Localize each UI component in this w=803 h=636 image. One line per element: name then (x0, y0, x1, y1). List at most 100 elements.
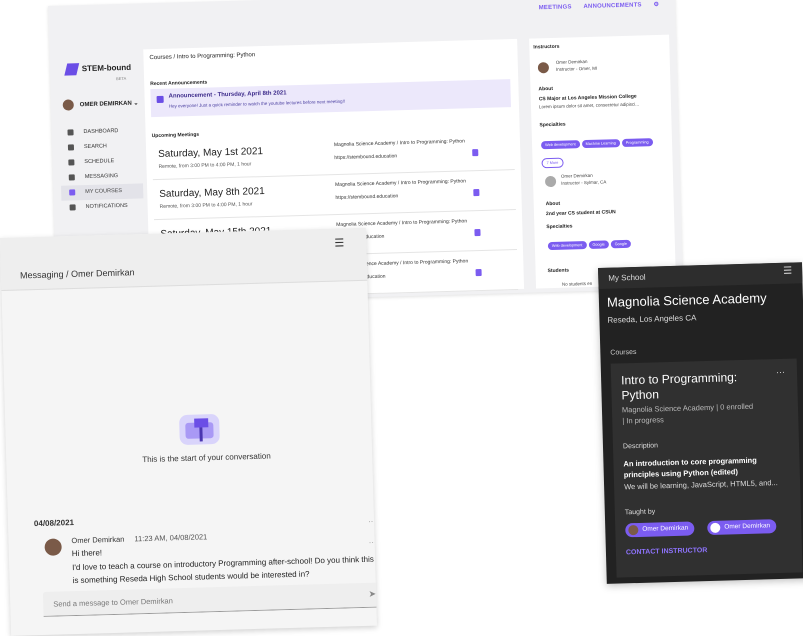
specialty-chip[interactable]: Google (588, 240, 609, 250)
meeting-url[interactable]: https://stembound.education (334, 153, 397, 161)
copy-icon[interactable] (475, 268, 482, 277)
search-icon (67, 144, 75, 151)
courses-heading: Courses (610, 348, 637, 357)
messaging-window: Messaging / Omer Demirkan ☰ This is the … (0, 227, 377, 636)
menu-icon[interactable]: ☰ (334, 236, 344, 249)
sidebar-item-label: SEARCH (83, 143, 107, 151)
specialty-chip[interactable]: Machine Learning (581, 139, 620, 149)
specialty-chip[interactable]: Web development (540, 140, 580, 150)
message-line: Hi there! (71, 548, 103, 559)
specialty-chips: Web development Google Google (547, 231, 673, 253)
sidebar-item-label: NOTIFICATIONS (85, 202, 128, 211)
mail-icon (68, 174, 75, 181)
teacher-chip[interactable]: Omer Demirkan (707, 519, 777, 536)
home-icon (67, 129, 74, 136)
mailbox-illustration-icon (179, 414, 220, 445)
teacher-chip[interactable]: Omer Demirkan (625, 521, 695, 538)
message-input-placeholder: Send a message to Omer Demirkan (53, 596, 173, 609)
stem-bound-logo-icon (64, 63, 80, 76)
more-options-icon[interactable]: ··· (776, 367, 785, 377)
upcoming-meetings-heading: Upcoming Meetings (151, 131, 200, 140)
about-heading: About (538, 85, 554, 93)
school-location: Reseda, Los Angeles CA (607, 313, 697, 325)
sidebar-item-label: DASHBOARD (83, 128, 119, 136)
sender-name: Omer Demirkan (71, 534, 125, 546)
book-icon (69, 189, 76, 196)
meeting-course: Magnolia Science Academy / Intro to Prog… (336, 218, 468, 229)
meeting-course: Magnolia Science Academy / Intro to Prog… (333, 138, 465, 149)
sidebar-item-label: MY COURSES (85, 188, 123, 196)
sidebar-item-notifications[interactable]: NOTIFICATIONS (61, 198, 143, 215)
header-title: My School (608, 272, 646, 283)
instructors-heading: Instructors (533, 43, 560, 51)
calendar-icon (68, 159, 75, 166)
message-input[interactable]: Send a message to Omer Demirkan ➤ (42, 582, 377, 617)
copy-icon[interactable] (472, 149, 479, 157)
instructor-name[interactable]: Omer Demirkan (561, 173, 593, 179)
meeting-time: Remote, from 3:00 PM to 4:00 PM, 1 hour (158, 161, 252, 170)
meeting-url[interactable]: https://stembound.education (335, 193, 398, 201)
instructors-panel: Instructors Omer Demirkan Instructor - O… (529, 34, 677, 289)
avatar (44, 538, 62, 556)
course-card[interactable]: Intro to Programming: Python ··· Magnoli… (610, 358, 803, 578)
message-line: I'd love to teach a course on introducto… (72, 554, 374, 573)
copy-icon[interactable] (473, 189, 480, 197)
conversation-start-text: This is the start of your conversation (142, 451, 271, 465)
meeting-course: Magnolia Science Academy / Intro to Prog… (335, 178, 467, 189)
bell-icon (69, 204, 76, 211)
announcement-title: Announcement - Thursday, April 8th 2021 (168, 90, 287, 100)
more-chip[interactable]: 7 More (541, 157, 564, 169)
specialties-heading: Specialties (546, 223, 573, 231)
description-text: We will be learning, JavaScript, HTML5, … (623, 478, 778, 492)
meeting-row[interactable]: Saturday, May 8th 2021 Remote, from 3:00… (152, 173, 516, 221)
about-title: 2nd year CS student at CSUN (545, 209, 616, 218)
send-icon[interactable]: ➤ (368, 589, 376, 600)
teacher-name: Omer Demirkan (724, 522, 771, 531)
brand-logo[interactable]: STEM-bound (64, 62, 132, 76)
avatar (537, 62, 550, 74)
instructor-role: Instructor - Omer, MI (555, 65, 598, 72)
top-nav: MEETINGS ANNOUNCEMENTS ⚙ (529, 1, 660, 12)
beta-tag: BETA (115, 75, 127, 82)
person-icon (710, 522, 721, 533)
more-options-icon[interactable]: ··· (368, 517, 376, 526)
about-heading: About (545, 200, 561, 208)
description-heading: Description (622, 442, 659, 451)
meeting-time: Remote, from 3:00 PM to 4:00 PM, 1 hour (159, 201, 253, 210)
avatar (628, 524, 639, 536)
taught-by-heading: Taught by (624, 508, 656, 517)
specialty-chip[interactable]: Google (610, 239, 632, 249)
announcement-icon (156, 95, 164, 104)
contact-instructor-button[interactable]: CONTACT INSTRUCTOR (626, 547, 708, 556)
course-title[interactable]: Intro to Programming: Python (621, 369, 762, 403)
course-meta: Magnolia Science Academy | 0 enrolled (621, 401, 754, 415)
sidebar: DASHBOARD SEARCH SCHEDULE MESSAGING MY C… (59, 123, 144, 215)
nav-meetings[interactable]: MEETINGS (539, 4, 572, 11)
recent-announcements-heading: Recent Announcements (150, 79, 208, 88)
messaging-header (0, 227, 368, 291)
avatar (544, 175, 557, 188)
specialty-chip[interactable]: Web development (547, 241, 587, 251)
nav-announcements[interactable]: ANNOUNCEMENTS (583, 2, 641, 10)
instructor-role: Instructor - Sylmar, CA (561, 179, 607, 186)
meeting-date: Saturday, May 8th 2021 (159, 186, 265, 200)
sidebar-item-label: SCHEDULE (84, 158, 115, 166)
message-timestamp: 11:23 AM, 04/08/2021 (134, 532, 208, 544)
meeting-row[interactable]: Saturday, May 1st 2021 Remote, from 3:00… (151, 133, 515, 181)
gear-icon[interactable]: ⚙ (654, 2, 660, 8)
specialties-heading: Specialties (539, 121, 566, 129)
school-name: Magnolia Science Academy (606, 290, 767, 310)
message-date: 04/08/2021 (33, 518, 75, 529)
meeting-date: Saturday, May 1st 2021 (158, 146, 264, 160)
copy-icon[interactable] (474, 229, 481, 237)
specialty-chip[interactable]: Programming (621, 138, 653, 148)
school-header: My School ☰ (598, 262, 803, 289)
user-name: OMER DEMIRKAN (79, 100, 132, 109)
user-menu[interactable]: OMER DEMIRKAN ⌄ (62, 98, 139, 111)
more-options-icon[interactable]: ··· (369, 538, 377, 547)
students-heading: Students (547, 267, 570, 275)
menu-icon[interactable]: ☰ (783, 266, 792, 277)
teacher-name: Omer Demirkan (642, 524, 689, 533)
instructor-name[interactable]: Omer Demirkan (556, 59, 588, 65)
no-students-text: No students en (561, 280, 593, 287)
